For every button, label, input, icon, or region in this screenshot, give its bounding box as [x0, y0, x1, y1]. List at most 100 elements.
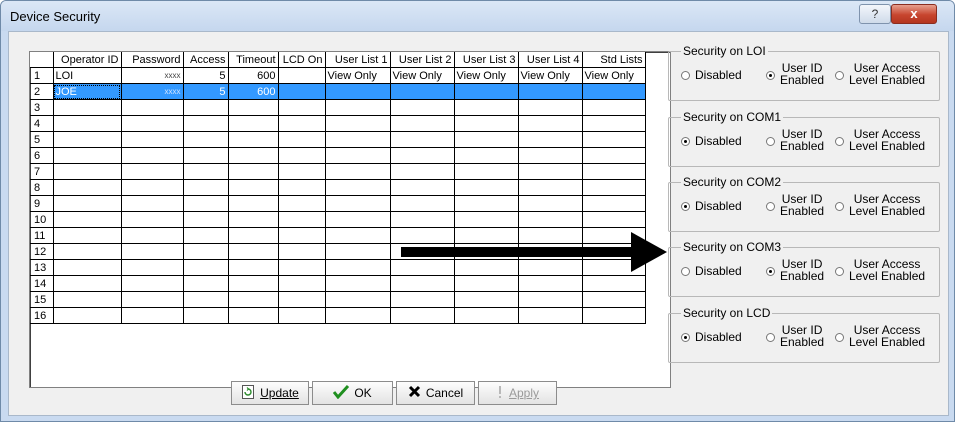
- grid-cell[interactable]: [183, 291, 229, 308]
- grid-cell[interactable]: [121, 227, 184, 244]
- grid-cell[interactable]: [228, 259, 279, 276]
- grid-cell[interactable]: [325, 115, 391, 132]
- grid-cell[interactable]: [582, 147, 646, 164]
- grid-cell[interactable]: [325, 275, 391, 292]
- grid-cell[interactable]: [228, 163, 279, 180]
- table-row[interactable]: 4: [30, 115, 646, 132]
- grid-cell[interactable]: [518, 115, 583, 132]
- grid-cell[interactable]: [518, 227, 583, 244]
- grid-cell[interactable]: [582, 115, 646, 132]
- grid-cell[interactable]: [228, 147, 279, 164]
- table-row[interactable]: 6: [30, 147, 646, 164]
- grid-cell[interactable]: [278, 67, 326, 84]
- grid-cell[interactable]: [121, 163, 184, 180]
- grid-cell[interactable]: [582, 291, 646, 308]
- grid-cell[interactable]: [183, 227, 229, 244]
- grid-cell[interactable]: [390, 227, 455, 244]
- grid-cell[interactable]: [183, 243, 229, 260]
- grid-cell[interactable]: 5: [183, 67, 229, 84]
- grid-cell[interactable]: [390, 83, 455, 100]
- grid-cell[interactable]: [518, 259, 583, 276]
- column-header[interactable]: Password: [121, 52, 184, 68]
- grid-cell[interactable]: [325, 179, 391, 196]
- radio-disabled[interactable]: [681, 137, 690, 146]
- grid-cell[interactable]: [518, 163, 583, 180]
- grid-cell[interactable]: [582, 83, 646, 100]
- table-row[interactable]: 16: [30, 307, 646, 324]
- grid-cell[interactable]: [53, 259, 122, 276]
- radio-user-id-enabled[interactable]: [766, 137, 775, 146]
- grid-cell[interactable]: [325, 259, 391, 276]
- grid-cell[interactable]: [278, 131, 326, 148]
- grid-cell[interactable]: [228, 307, 279, 324]
- grid-cell[interactable]: [325, 83, 391, 100]
- radio-user-id-enabled[interactable]: [766, 202, 775, 211]
- grid-cell[interactable]: [518, 307, 583, 324]
- grid-cell[interactable]: View Only: [390, 67, 455, 84]
- grid-cell[interactable]: 600: [228, 83, 279, 100]
- grid-cell[interactable]: [390, 275, 455, 292]
- grid-cell[interactable]: [582, 179, 646, 196]
- grid-cell[interactable]: [325, 307, 391, 324]
- column-header[interactable]: Timeout: [228, 52, 279, 68]
- grid-cell[interactable]: [390, 307, 455, 324]
- grid-cell[interactable]: [390, 211, 455, 228]
- grid-cell[interactable]: [390, 291, 455, 308]
- column-header[interactable]: User List 2: [390, 52, 455, 68]
- grid-cell[interactable]: [582, 275, 646, 292]
- grid-cell[interactable]: [121, 307, 184, 324]
- grid-cell[interactable]: [121, 243, 184, 260]
- grid-cell[interactable]: [228, 211, 279, 228]
- grid-cell[interactable]: [53, 115, 122, 132]
- grid-cell[interactable]: [325, 163, 391, 180]
- radio-disabled[interactable]: [681, 71, 690, 80]
- radio-user-access-level[interactable]: [835, 267, 844, 276]
- grid-cell[interactable]: [183, 99, 229, 116]
- grid-cell[interactable]: [454, 195, 519, 212]
- grid-cell[interactable]: [390, 147, 455, 164]
- grid-cell[interactable]: [325, 99, 391, 116]
- grid-cell[interactable]: [53, 163, 122, 180]
- grid-cell[interactable]: [454, 83, 519, 100]
- grid-cell[interactable]: [454, 99, 519, 116]
- grid-cell[interactable]: [454, 163, 519, 180]
- grid-cell[interactable]: [518, 195, 583, 212]
- grid-cell[interactable]: [228, 131, 279, 148]
- grid-cell[interactable]: [121, 195, 184, 212]
- table-row[interactable]: 14: [30, 275, 646, 292]
- grid-cell[interactable]: [121, 259, 184, 276]
- grid-cell[interactable]: [325, 195, 391, 212]
- radio-user-id-enabled[interactable]: [766, 71, 775, 80]
- radio-user-access-level[interactable]: [835, 333, 844, 342]
- grid-cell[interactable]: [183, 211, 229, 228]
- radio-user-id-enabled[interactable]: [766, 267, 775, 276]
- grid-cell[interactable]: [228, 115, 279, 132]
- close-button[interactable]: x: [891, 4, 937, 24]
- grid-cell[interactable]: [278, 179, 326, 196]
- grid-cell[interactable]: [518, 179, 583, 196]
- grid-cell[interactable]: [121, 131, 184, 148]
- grid-cell[interactable]: [582, 99, 646, 116]
- grid-cell[interactable]: [278, 147, 326, 164]
- grid-cell[interactable]: [228, 243, 279, 260]
- grid-cell[interactable]: [121, 291, 184, 308]
- table-row[interactable]: 2 JOE xxxx 5 600: [30, 83, 646, 100]
- column-header[interactable]: User List 4: [518, 52, 583, 68]
- grid-cell[interactable]: [121, 211, 184, 228]
- radio-user-access-level[interactable]: [835, 71, 844, 80]
- grid-cell[interactable]: [53, 291, 122, 308]
- grid-cell[interactable]: JOE: [53, 83, 122, 100]
- grid-cell[interactable]: [53, 195, 122, 212]
- grid-cell[interactable]: [183, 179, 229, 196]
- table-row[interactable]: 1 LOI xxxx 5 600 View Only View Only View Only V…: [30, 67, 646, 84]
- grid-cell[interactable]: [325, 291, 391, 308]
- grid-cell[interactable]: [53, 307, 122, 324]
- grid-cell[interactable]: [53, 99, 122, 116]
- grid-cell[interactable]: [228, 291, 279, 308]
- table-row[interactable]: 8: [30, 179, 646, 196]
- grid-cell[interactable]: [228, 179, 279, 196]
- grid-cell[interactable]: [121, 115, 184, 132]
- grid-cell[interactable]: [278, 195, 326, 212]
- grid-cell[interactable]: [278, 307, 326, 324]
- radio-disabled[interactable]: [681, 333, 690, 342]
